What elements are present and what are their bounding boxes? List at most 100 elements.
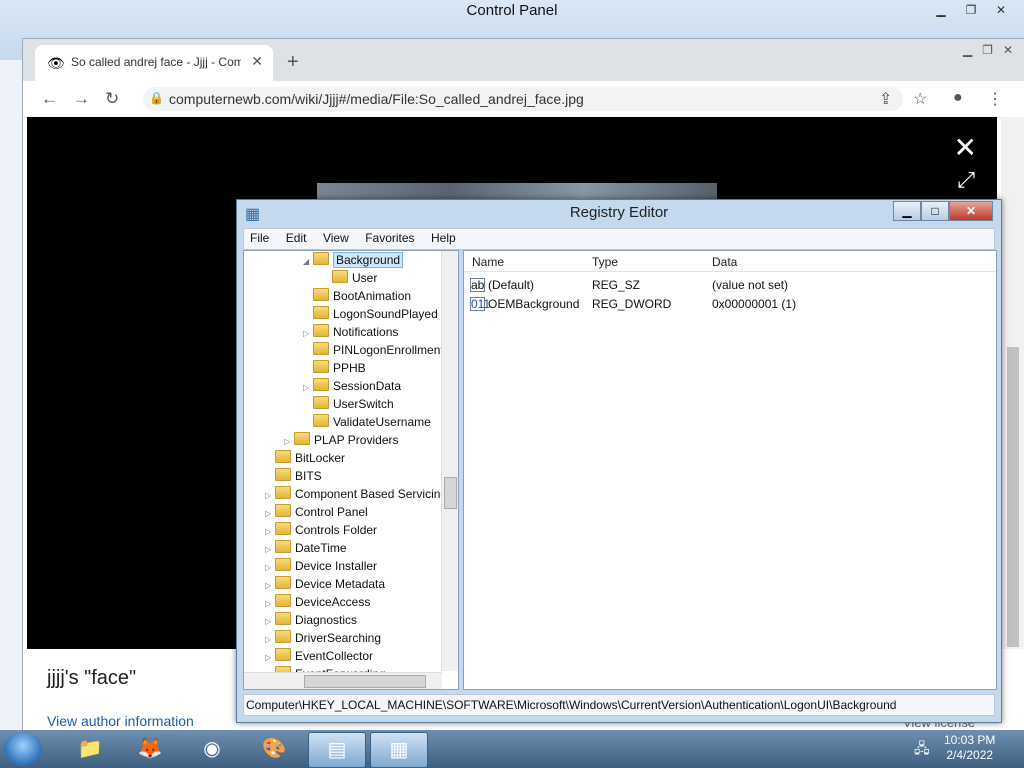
author-info-link[interactable]: View author information	[47, 713, 194, 729]
tree-node-label: PLAP Providers	[314, 433, 399, 447]
taskbar: 📁 🦊 ◉ 🎨 ▤ ▦ 🖧 10:03 PM 2/4/2022	[0, 730, 1024, 768]
collapsed-arrow-icon[interactable]: ▷	[265, 487, 275, 505]
scrollbar-thumb[interactable]	[1007, 347, 1019, 647]
forward-icon[interactable]: →	[73, 89, 90, 109]
tree-node[interactable]: ▷ Diagnostics	[265, 611, 357, 629]
collapsed-arrow-icon[interactable]: ▷	[265, 559, 275, 577]
menu-help[interactable]: Help	[425, 229, 462, 245]
tree-node[interactable]: ▷ Notifications	[303, 323, 398, 341]
expanded-arrow-icon[interactable]: ◢	[303, 253, 313, 271]
folder-icon	[313, 288, 329, 301]
restore-icon[interactable]: ❐	[982, 43, 993, 57]
value-row[interactable]: ab (Default) REG_SZ (value not set)	[464, 276, 996, 294]
menu-kebab-icon[interactable]: ⋮	[987, 89, 1003, 109]
tree-node[interactable]: ▷ Component Based Servicing	[265, 485, 447, 503]
tree-node[interactable]: ValidateUsername	[303, 413, 431, 431]
chrome-icon[interactable]: ◉	[184, 732, 240, 766]
network-icon[interactable]: 🖧	[914, 738, 930, 762]
expand-icon[interactable]: ⤢	[957, 167, 975, 193]
collapsed-arrow-icon[interactable]: ▷	[265, 505, 275, 523]
maximize-icon[interactable]: □	[921, 201, 949, 221]
minimize-icon[interactable]: ▁	[963, 43, 972, 57]
value-row[interactable]: 011 OEMBackground REG_DWORD 0x00000001 (…	[464, 295, 996, 313]
close-icon[interactable]: ✕	[1003, 43, 1013, 57]
tree-node[interactable]: ▷ Control Panel	[265, 503, 368, 521]
tree-node[interactable]: ▷ Device Metadata	[265, 575, 385, 593]
tree-node[interactable]: PINLogonEnrollment	[303, 341, 444, 359]
omnibox[interactable]: 🔒 computernewb.com/wiki/Jjjj#/media/File…	[143, 87, 903, 111]
tree-node-label: DateTime	[295, 541, 347, 555]
collapsed-arrow-icon[interactable]: ▷	[265, 613, 275, 631]
column-header-type[interactable]: Type	[592, 255, 618, 269]
new-tab-icon[interactable]: +	[287, 51, 299, 74]
tree-node[interactable]: ▷ DeviceAccess	[265, 593, 370, 611]
regedit-taskbar-icon[interactable]: ▦	[370, 732, 428, 768]
column-header-name[interactable]: Name	[472, 255, 504, 269]
minimize-icon[interactable]: ▁	[893, 201, 921, 221]
folder-icon	[332, 270, 348, 283]
menu-favorites[interactable]: Favorites	[359, 229, 420, 245]
tree-node-label: DeviceAccess	[295, 595, 371, 609]
tree-node[interactable]: ▷ SessionData	[303, 377, 401, 395]
collapsed-arrow-icon[interactable]: ▷	[303, 325, 313, 343]
collapsed-arrow-icon[interactable]: ▷	[265, 577, 275, 595]
menu-file[interactable]: File	[244, 229, 275, 245]
tree-node[interactable]: ◢ Background	[303, 251, 404, 271]
tree-node[interactable]: LogonSoundPlayed	[303, 305, 438, 323]
control-panel-window-controls: ▁ ❐ ✕	[928, 2, 1014, 18]
folder-icon	[313, 252, 329, 265]
column-header-data[interactable]: Data	[712, 255, 737, 269]
registry-key-tree: ▷EventForwarding▷EventCollector▷DriverSe…	[243, 250, 459, 690]
page-scrollbar[interactable]	[1001, 117, 1024, 649]
close-tab-icon[interactable]: ✕	[251, 53, 263, 70]
collapsed-arrow-icon[interactable]: ▷	[303, 379, 313, 397]
tree-node[interactable]: ▷ DateTime	[265, 539, 347, 557]
collapsed-arrow-icon[interactable]: ▷	[265, 541, 275, 559]
tree-node[interactable]: UserSwitch	[303, 395, 394, 413]
tree-node[interactable]: BITS	[265, 467, 322, 485]
tree-node[interactable]: BootAnimation	[303, 287, 411, 305]
restore-icon[interactable]: ❐	[958, 2, 984, 18]
value-type: REG_DWORD	[592, 297, 672, 311]
reload-icon[interactable]: ↻	[105, 89, 119, 109]
firefox-icon[interactable]: 🦊	[122, 732, 178, 766]
start-button[interactable]	[4, 732, 42, 766]
close-icon[interactable]: ✕	[949, 201, 993, 221]
tree-horizontal-scrollbar[interactable]	[244, 672, 442, 689]
collapsed-arrow-icon[interactable]: ▷	[265, 595, 275, 613]
browser-tab[interactable]: 👁 So called andrej face - Jjjj - Comp ✕	[35, 45, 273, 81]
control-panel-taskbar-icon[interactable]: ▤	[308, 732, 366, 768]
paint-icon[interactable]: 🎨	[246, 732, 302, 766]
share-icon[interactable]: ⇪	[879, 89, 892, 109]
tree-node[interactable]: ▷ DriverSearching	[265, 629, 381, 647]
registry-editor-title: Registry Editor	[569, 204, 669, 221]
system-clock[interactable]: 10:03 PM 2/4/2022	[944, 733, 995, 763]
tree-node[interactable]: PPHB	[303, 359, 366, 377]
tree-node[interactable]: ▷ EventCollector	[265, 647, 373, 665]
collapsed-arrow-icon[interactable]: ▷	[284, 433, 294, 451]
tree-node[interactable]: ▷ Device Installer	[265, 557, 377, 575]
back-icon[interactable]: ←	[41, 89, 58, 109]
tree-node[interactable]: BitLocker	[265, 449, 345, 467]
collapsed-arrow-icon[interactable]: ▷	[265, 649, 275, 667]
close-viewer-icon[interactable]: ✕	[954, 131, 977, 164]
file-explorer-icon[interactable]: 📁	[62, 732, 118, 766]
media-caption: jjjj's "face"	[47, 667, 137, 689]
url-text: computernewb.com/wiki/Jjjj#/media/File:S…	[169, 91, 584, 107]
scrollbar-thumb[interactable]	[304, 675, 426, 688]
minimize-icon[interactable]: ▁	[928, 2, 954, 18]
tree-node-label: Control Panel	[295, 505, 368, 519]
menu-edit[interactable]: Edit	[280, 229, 313, 245]
collapsed-arrow-icon[interactable]: ▷	[265, 631, 275, 649]
tree-node[interactable]: ▷ PLAP Providers	[284, 431, 399, 449]
folder-icon	[313, 306, 329, 319]
profile-avatar-icon[interactable]: ●	[953, 89, 963, 107]
tree-vertical-scrollbar[interactable]	[441, 251, 458, 671]
menu-view[interactable]: View	[317, 229, 355, 245]
bookmark-star-icon[interactable]: ☆	[913, 89, 927, 109]
tree-node[interactable]: ▷ Controls Folder	[265, 521, 377, 539]
collapsed-arrow-icon[interactable]: ▷	[265, 523, 275, 541]
scrollbar-thumb[interactable]	[444, 477, 457, 509]
tree-node[interactable]: User	[322, 269, 377, 287]
close-icon[interactable]: ✕	[988, 2, 1014, 18]
